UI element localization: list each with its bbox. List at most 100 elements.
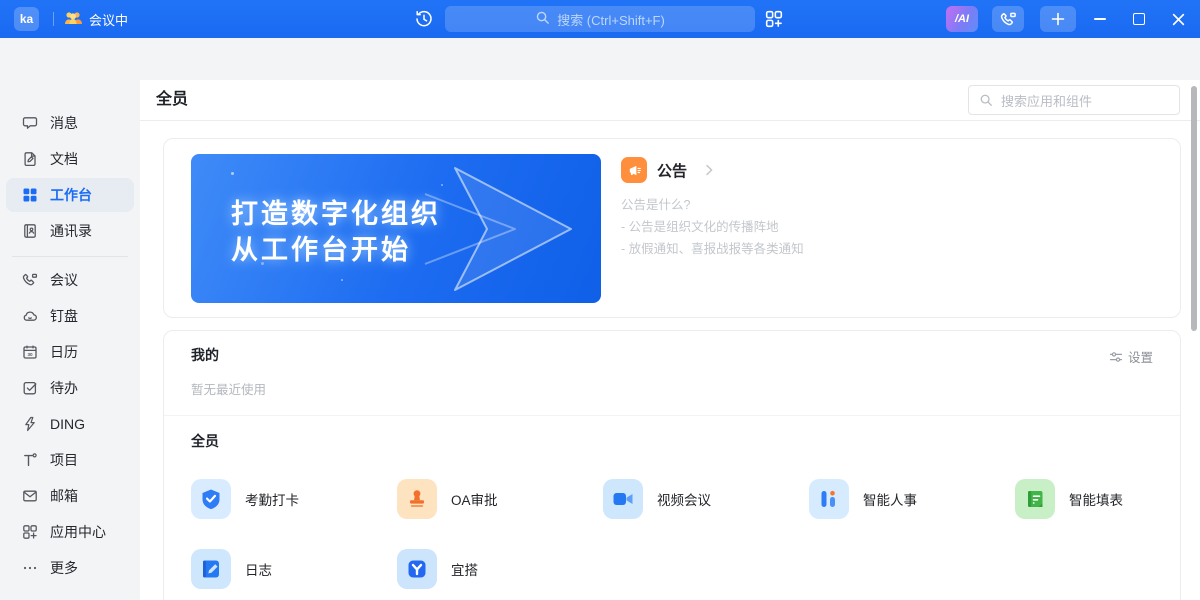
sidebar-item-label: 待办 — [50, 378, 78, 398]
title-bar: ka 会议中 搜索 (Ctrl+Shift+F) /AI — [0, 0, 1200, 38]
sidebar-item-more[interactable]: 更多 — [6, 551, 134, 585]
app-attendance[interactable]: 考勤打卡 — [191, 479, 299, 519]
workbench-grid-icon — [22, 187, 38, 203]
contacts-book-icon — [22, 223, 38, 239]
megaphone-icon — [627, 163, 642, 178]
sidebar-item-messages[interactable]: 消息 — [6, 106, 134, 140]
tab-bar: 重庆天极... 标准版 工作台 应用中心 应用搭建 — [0, 38, 1200, 80]
approval-stamp-icon — [397, 479, 437, 519]
app-yida[interactable]: 宜搭 — [397, 549, 478, 589]
phone-video-icon — [1000, 11, 1017, 28]
apps-card: 我的 设置 暂无最近使用 全员 考勤打卡 OA审批 — [163, 330, 1181, 600]
sidebar-item-app-center[interactable]: 应用中心 — [6, 515, 134, 549]
global-search-input[interactable]: 搜索 (Ctrl+Shift+F) — [445, 6, 755, 32]
ai-label: /AI — [955, 13, 969, 25]
video-camera-icon — [603, 479, 643, 519]
decor-dot — [441, 184, 443, 186]
sidebar-item-mail[interactable]: 邮箱 — [6, 479, 134, 513]
global-search-placeholder: 搜索 (Ctrl+Shift+F) — [557, 10, 665, 29]
close-icon — [1172, 13, 1185, 26]
todo-check-icon — [22, 380, 38, 396]
sidebar-item-label: DING — [50, 416, 85, 432]
announcement-line: - 放假通知、喜报战报等各类通知 — [621, 238, 804, 257]
add-button[interactable] — [1040, 6, 1076, 32]
chevron-right-icon[interactable] — [704, 163, 714, 181]
announcement-button[interactable] — [621, 157, 647, 183]
announcement-title[interactable]: 公告 — [657, 160, 687, 181]
sidebar-item-label: 工作台 — [50, 185, 92, 205]
sidebar-item-label: 项目 — [50, 450, 78, 470]
meeting-status[interactable]: 会议中 — [64, 6, 128, 32]
app-smart-form[interactable]: 智能填表 — [1015, 479, 1123, 519]
app-video-meeting[interactable]: 视频会议 — [603, 479, 711, 519]
sidebar-item-label: 钉盘 — [50, 306, 78, 326]
minimize-button[interactable] — [1083, 0, 1117, 38]
maximize-icon — [1133, 13, 1145, 25]
app-label: 智能填表 — [1069, 489, 1123, 509]
more-dots-icon — [22, 560, 38, 576]
sidebar-item-docs[interactable]: 文档 — [6, 142, 134, 176]
decor-dot — [231, 172, 234, 175]
app-label: 日志 — [245, 559, 272, 579]
workbench-banner[interactable]: 打造数字化组织 从工作台开始 — [191, 154, 601, 303]
meeting-people-icon — [64, 10, 83, 29]
banner-line2: 从工作台开始 — [231, 232, 441, 268]
plus-icon — [1050, 11, 1066, 27]
app-label: 视频会议 — [657, 489, 711, 509]
sliders-icon — [1109, 350, 1123, 364]
app-search-placeholder: 搜索应用和组件 — [1001, 91, 1092, 110]
app-oa-approval[interactable]: OA审批 — [397, 479, 498, 519]
close-button[interactable] — [1161, 0, 1195, 38]
yida-icon — [397, 549, 437, 589]
mail-icon — [22, 488, 38, 504]
announcement-line: 公告是什么? — [621, 194, 690, 213]
smart-hr-icon — [809, 479, 849, 519]
workspace-logo[interactable]: ka — [14, 7, 39, 31]
sidebar-item-label: 应用中心 — [50, 522, 106, 542]
maximize-button[interactable] — [1122, 0, 1156, 38]
search-icon — [979, 93, 993, 107]
sidebar-item-drive[interactable]: 钉盘 — [6, 299, 134, 333]
chat-icon — [22, 115, 38, 131]
minimize-icon — [1094, 18, 1106, 20]
call-button[interactable] — [992, 6, 1024, 32]
workbench-shortcut-button[interactable] — [765, 10, 783, 33]
all-section-title: 全员 — [191, 431, 219, 451]
project-t-icon — [22, 452, 38, 468]
history-button[interactable] — [414, 9, 434, 34]
sidebar-item-workbench[interactable]: 工作台 — [6, 178, 134, 212]
app-smart-hr[interactable]: 智能人事 — [809, 479, 917, 519]
apps-plus-icon — [22, 524, 38, 540]
sidebar-item-label: 日历 — [50, 342, 78, 362]
dingtalk-window: ka 会议中 搜索 (Ctrl+Shift+F) /AI — [0, 0, 1200, 600]
document-icon — [22, 151, 38, 167]
svg-text:30: 30 — [27, 352, 33, 357]
sidebar-item-calendar[interactable]: 30 日历 — [6, 335, 134, 369]
settings-button[interactable]: 设置 — [1109, 347, 1153, 366]
app-label: 考勤打卡 — [245, 489, 299, 509]
app-label: 宜搭 — [451, 559, 478, 579]
sidebar: 消息 文档 工作台 通讯录 会议 钉盘 30 日历 待办 — [0, 80, 140, 600]
empty-recent-text: 暂无最近使用 — [191, 379, 266, 398]
sidebar-item-todo[interactable]: 待办 — [6, 371, 134, 405]
workbench-main: 全员 搜索应用和组件 打造数字化组织 从工作台开始 — [140, 80, 1200, 600]
sidebar-item-ding[interactable]: DING — [6, 407, 134, 441]
sidebar-item-meetings[interactable]: 会议 — [6, 263, 134, 297]
app-journal[interactable]: 日志 — [191, 549, 272, 589]
app-search-input[interactable]: 搜索应用和组件 — [968, 85, 1180, 115]
my-section-title: 我的 — [191, 345, 219, 365]
page-title: 全员 — [156, 80, 188, 120]
sidebar-item-label: 更多 — [50, 558, 78, 578]
divider — [140, 120, 1200, 121]
ai-assistant-button[interactable]: /AI — [946, 6, 978, 32]
banner-line1: 打造数字化组织 — [231, 196, 441, 232]
calendar-icon: 30 — [22, 344, 38, 360]
sidebar-item-projects[interactable]: 项目 — [6, 443, 134, 477]
app-label: 智能人事 — [863, 489, 917, 509]
journal-icon — [191, 549, 231, 589]
announcement-line: - 公告是组织文化的传播阵地 — [621, 216, 779, 235]
cloud-drive-icon — [22, 308, 38, 324]
banner-text: 打造数字化组织 从工作台开始 — [231, 196, 441, 268]
sidebar-item-contacts[interactable]: 通讯录 — [6, 214, 134, 248]
vertical-scrollbar[interactable] — [1191, 86, 1197, 331]
